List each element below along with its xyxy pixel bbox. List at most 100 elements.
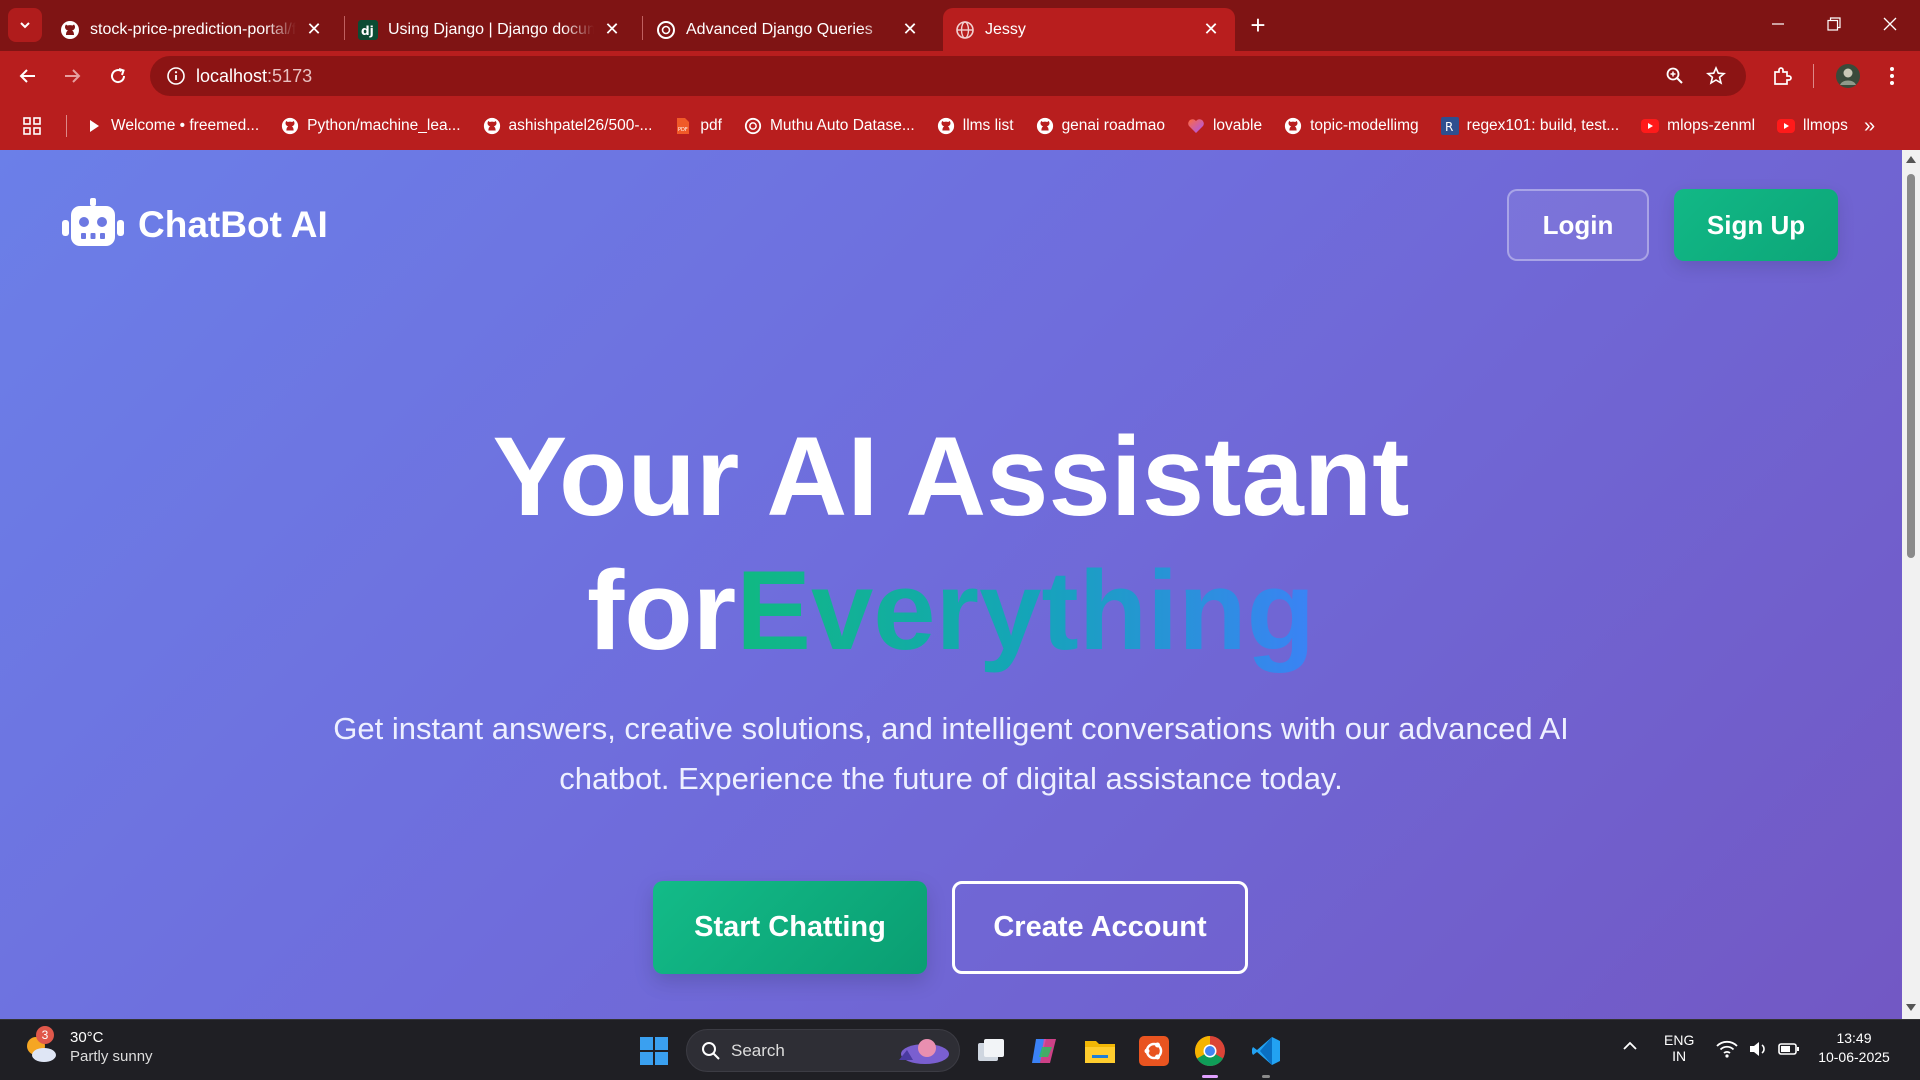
show-hidden-icons[interactable] (1622, 1038, 1638, 1059)
minimize-button[interactable] (1750, 0, 1806, 48)
task-view-button[interactable] (972, 1031, 1012, 1071)
bookmark-star-icon[interactable] (1705, 66, 1727, 91)
svg-text:PDF: PDF (678, 127, 688, 133)
tab-jessy[interactable]: Jessy ✕ (943, 8, 1235, 51)
extensions-button[interactable] (1766, 60, 1798, 92)
clock-date: 10-06-2025 (1818, 1049, 1890, 1065)
reload-button[interactable] (102, 60, 134, 92)
tab-django-docs[interactable]: dj Using Django | Django docume ✕ (346, 8, 636, 51)
tab-search-button[interactable] (8, 8, 42, 42)
chrome-button[interactable] (1190, 1031, 1230, 1071)
bookmark-label: Welcome • freemed... (111, 116, 260, 134)
site-info-icon[interactable] (156, 56, 196, 96)
scroll-up-arrow-icon[interactable] (1906, 156, 1916, 163)
django-icon: dj (358, 19, 378, 40)
weather-icon: 3 (22, 1026, 60, 1066)
svg-text:dj: dj (361, 24, 374, 38)
copilot-button[interactable] (1025, 1031, 1065, 1071)
close-tab-icon[interactable]: ✕ (600, 18, 624, 42)
bookmark-label: pdf (700, 116, 722, 134)
github-icon (60, 20, 80, 40)
bookmark-label: mlops-zenml (1667, 116, 1756, 134)
url-port: :5173 (267, 65, 313, 86)
bookmark-item[interactable]: ashishpatel26/500-... (483, 117, 652, 135)
taskbar-search[interactable]: Search (686, 1029, 960, 1072)
language-indicator[interactable]: ENG IN (1664, 1032, 1694, 1064)
login-button[interactable]: Login (1507, 189, 1649, 261)
tab-title: Jessy (985, 20, 1026, 38)
file-explorer-button[interactable] (1080, 1031, 1120, 1071)
github-icon (1036, 117, 1054, 135)
hero-subtitle: Get instant answers, creative solutions,… (333, 711, 1569, 796)
weather-widget[interactable]: 3 30°C Partly sunny (22, 1026, 153, 1066)
search-highlight-icon (899, 1039, 949, 1064)
bookmark-item[interactable]: Muthu Auto Datase... (744, 117, 915, 135)
bookmark-label: llmops (1803, 116, 1848, 134)
back-button[interactable] (12, 60, 44, 92)
brand-name: ChatBot AI (138, 204, 328, 245)
profile-button[interactable] (1832, 60, 1864, 92)
toolbar-divider (1813, 64, 1814, 88)
clock[interactable]: 13:49 10-06-2025 (1814, 1030, 1894, 1065)
bookmark-label: Muthu Auto Datase... (769, 116, 915, 134)
start-button[interactable] (634, 1031, 674, 1071)
bookmarks-bar: Welcome • freemed... Python/machine_lea.… (0, 101, 1920, 150)
tab-title: stock-price-prediction-portal/fr (90, 20, 296, 38)
address-bar[interactable]: localhost:5173 (150, 56, 1746, 96)
bookmark-label: regex101: build, test... (1466, 116, 1620, 134)
menu-button[interactable] (1876, 60, 1908, 92)
close-tab-icon[interactable]: ✕ (898, 18, 922, 42)
forward-button[interactable] (56, 60, 88, 92)
youtube-icon (1641, 117, 1660, 135)
bookmark-item[interactable]: llmops (1777, 117, 1848, 135)
weather-badge: 3 (36, 1026, 54, 1044)
browser-toolbar: localhost:5173 (0, 51, 1920, 101)
ubuntu-button[interactable] (1134, 1031, 1174, 1071)
system-tray[interactable] (1716, 1040, 1800, 1058)
bookmark-item[interactable]: Welcome • freemed... (85, 117, 259, 135)
url-text: localhost:5173 (196, 66, 312, 87)
apps-icon[interactable] (22, 116, 42, 136)
tab-advanced-django[interactable]: Advanced Django Queries ✕ (644, 8, 934, 51)
more-bookmarks-icon[interactable]: » (1864, 115, 1875, 138)
bookmark-item[interactable]: Python/machine_lea... (281, 116, 461, 135)
bookmark-item[interactable]: lovable (1187, 117, 1262, 135)
bookmark-label: lovable (1212, 116, 1263, 134)
page-viewport: ChatBot AI Login Sign Up Your AI Assista… (0, 150, 1902, 1019)
battery-icon (1778, 1043, 1799, 1055)
tab-stock-price[interactable]: stock-price-prediction-portal/fr ✕ (48, 8, 338, 51)
create-account-button[interactable]: Create Account (952, 881, 1248, 974)
minimize-icon (1772, 23, 1784, 25)
brand-logo[interactable]: ChatBot AI (62, 198, 328, 252)
url-host: localhost (196, 65, 268, 86)
start-chatting-button[interactable]: Start Chatting (653, 881, 927, 974)
search-icon (702, 1041, 720, 1060)
scrollbar-thumb[interactable] (1907, 174, 1915, 558)
heart-icon (1187, 117, 1205, 135)
openai-icon (744, 117, 762, 135)
chrome-icon (1194, 1036, 1225, 1067)
bookmark-item[interactable]: mlops-zenml (1641, 117, 1755, 135)
restore-button[interactable] (1806, 0, 1862, 48)
clock-time: 13:49 (1836, 1030, 1872, 1046)
scroll-down-arrow-icon[interactable] (1906, 1004, 1916, 1011)
vscode-button[interactable] (1246, 1031, 1286, 1071)
signup-button[interactable]: Sign Up (1674, 189, 1838, 261)
close-tab-icon[interactable]: ✕ (302, 18, 326, 42)
bookmark-item[interactable]: PDF pdf (674, 117, 722, 135)
close-window-button[interactable] (1862, 0, 1918, 48)
region-code: IN (1672, 1048, 1687, 1064)
new-tab-button[interactable]: + (1243, 10, 1273, 40)
bookmark-label: Python/machine_lea... (307, 116, 461, 134)
zoom-icon[interactable] (1665, 66, 1685, 91)
bookmark-item[interactable]: llms list (937, 117, 1014, 135)
windows-icon (640, 1037, 668, 1065)
page-scrollbar[interactable] (1902, 150, 1920, 1019)
openai-icon (656, 20, 676, 40)
hero-title-line2: forEverything (0, 546, 1902, 676)
bookmark-item[interactable]: R regex101: build, test... (1440, 116, 1620, 135)
bookmark-item[interactable]: topic-modellimg (1284, 117, 1419, 135)
close-tab-icon[interactable]: ✕ (1199, 18, 1223, 42)
folder-icon (1085, 1041, 1115, 1063)
bookmark-item[interactable]: genai roadmao (1036, 117, 1165, 135)
